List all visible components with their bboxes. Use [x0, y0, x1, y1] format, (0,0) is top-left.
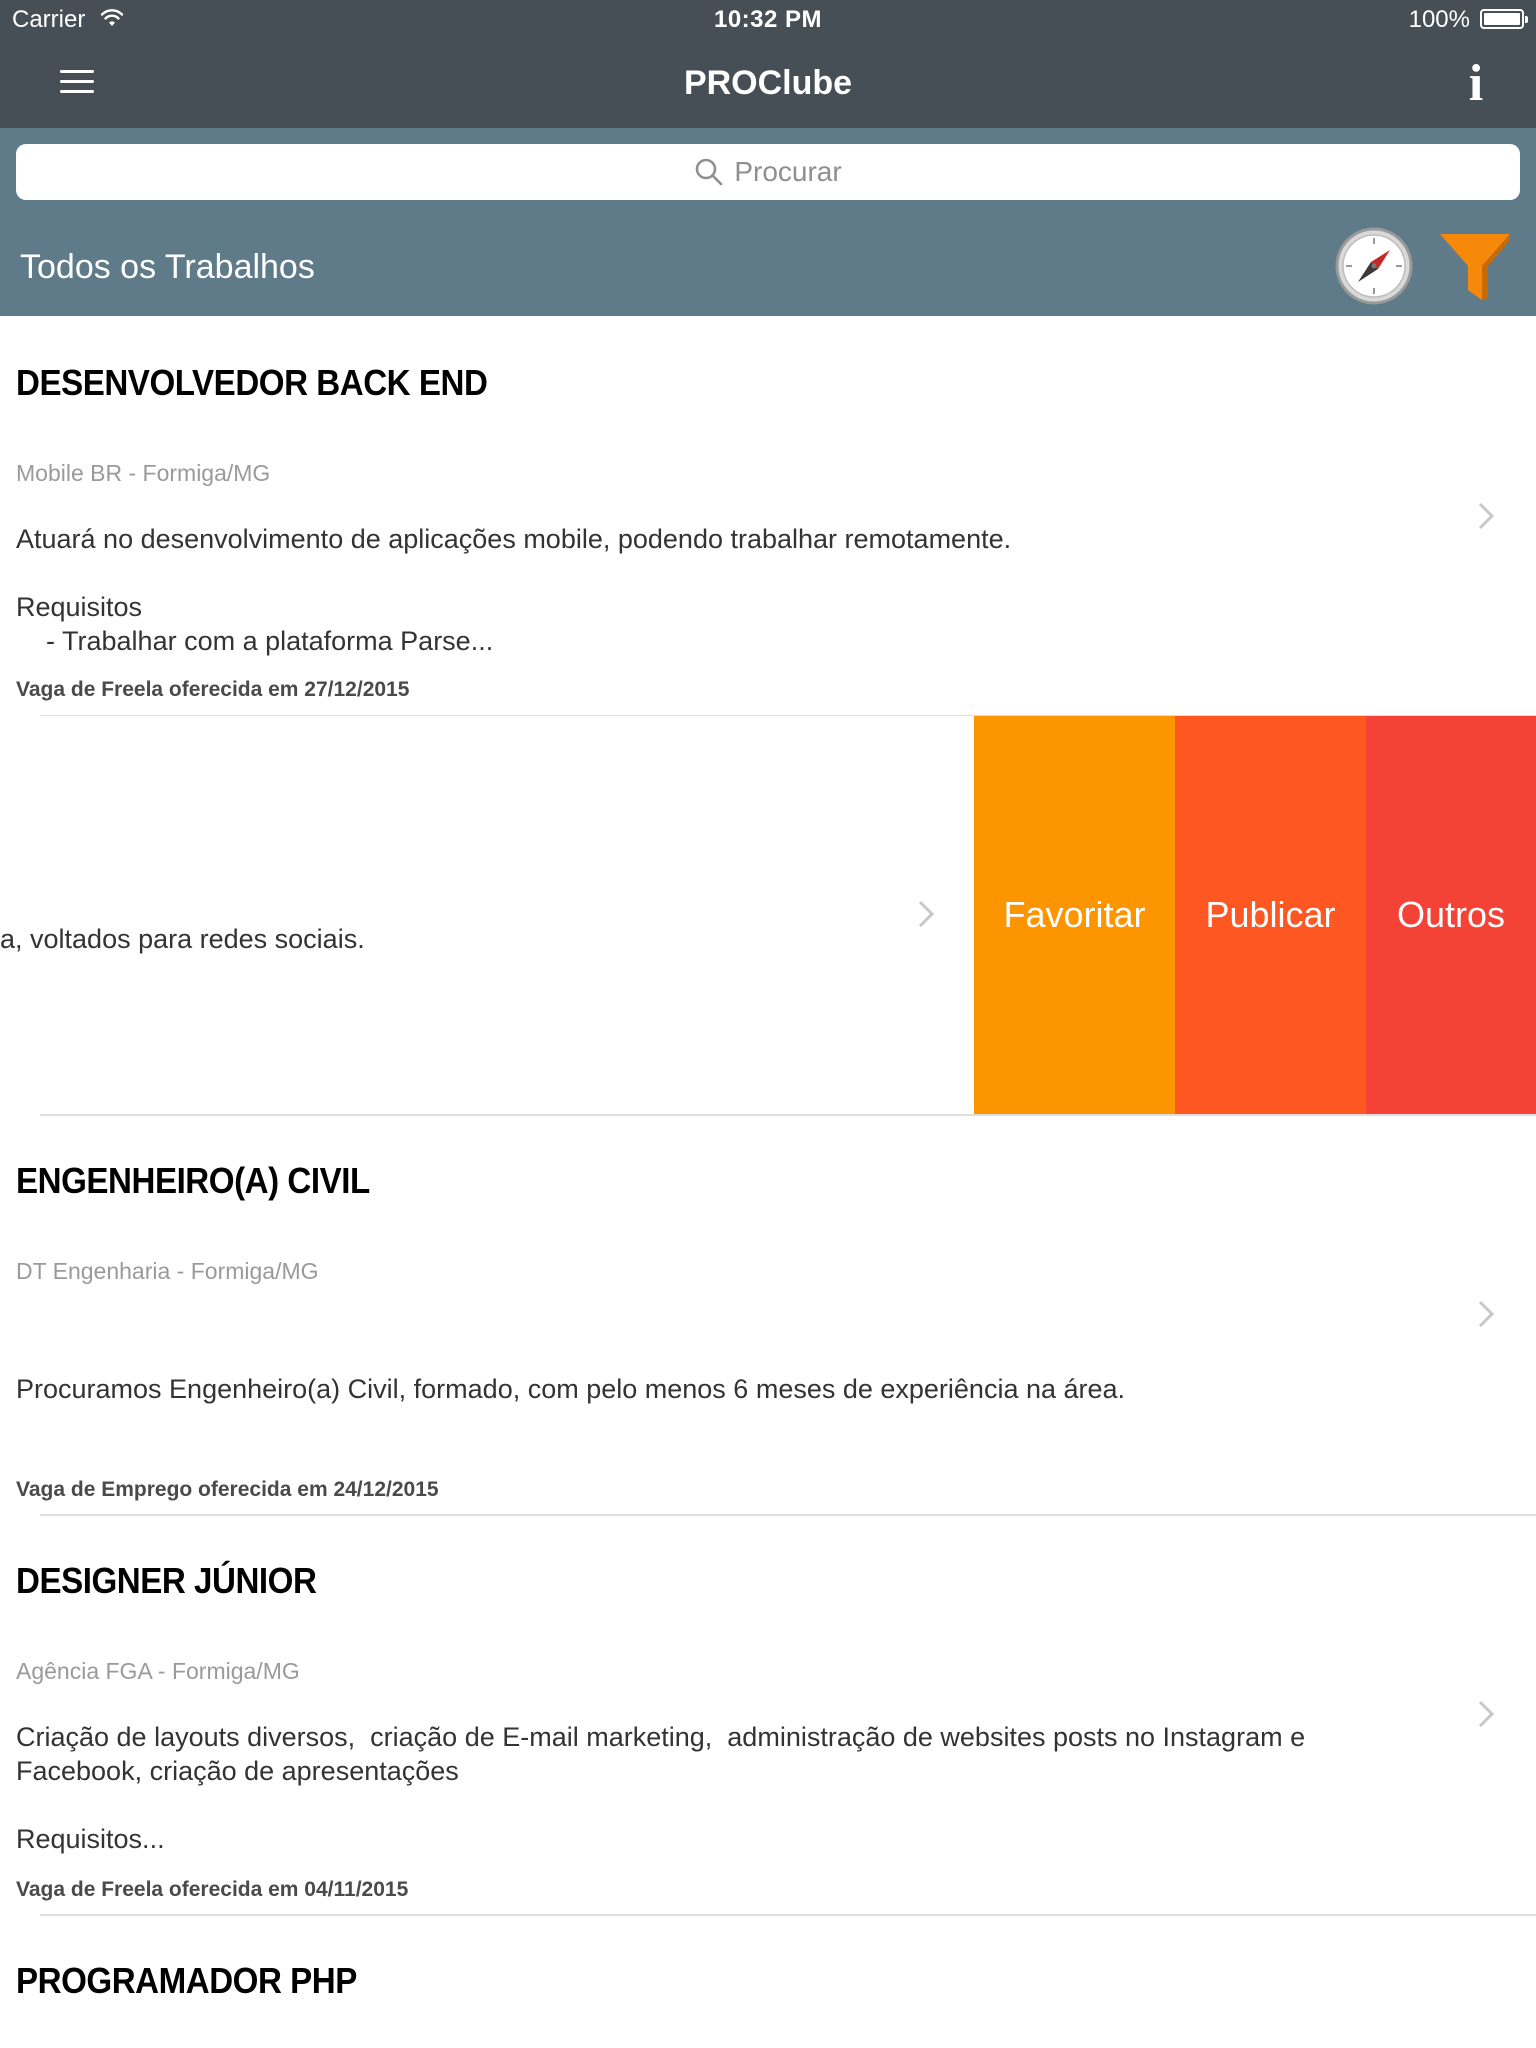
info-icon[interactable]: i: [1456, 56, 1496, 112]
list-item[interactable]: DESENVOLVEDOR BACK END Mobile BR - Formi…: [0, 316, 1536, 716]
battery-icon: [1480, 9, 1528, 29]
publicar-button[interactable]: Publicar: [1175, 716, 1366, 1114]
job-offer-date: Vaga de Emprego oferecida em 24/12/2015: [16, 1478, 439, 1501]
list-item[interactable]: ENGENHEIRO(A) CIVIL DT Engenharia - Form…: [0, 1116, 1536, 1514]
chevron-right-icon: [1478, 1700, 1494, 1728]
section-header: Todos os Trabalhos: [0, 216, 1536, 316]
search-placeholder: Procurar: [734, 156, 842, 187]
section-title: Todos os Trabalhos: [20, 248, 315, 286]
job-description: Atuará no desenvolvimento de aplicações …: [16, 524, 1012, 656]
list-item[interactable]: PROGRAMADOR PHP: [0, 1916, 1536, 2048]
filter-icon[interactable]: [1438, 228, 1512, 304]
job-description: Procuramos Engenheiro(a) Civil, formado,…: [16, 1374, 1126, 1404]
list-item[interactable]: DESIGNER JÚNIOR Agência FGA - Formiga/MG…: [0, 1516, 1536, 1914]
top-bar: Carrier 10:32 PM 100% PROClube i: [0, 0, 1536, 128]
clock: 10:32 PM: [713, 6, 823, 33]
chevron-right-icon: [1478, 502, 1494, 530]
chevron-right-icon: [918, 900, 934, 928]
swipe-actions: Favoritar Publicar Outros: [974, 716, 1536, 1114]
job-title: DESIGNER JÚNIOR: [16, 1560, 317, 1601]
status-bar: Carrier 10:32 PM 100%: [0, 0, 1536, 40]
job-title: DESENVOLVEDOR BACK END: [16, 362, 488, 403]
outros-button[interactable]: Outros: [1366, 716, 1536, 1114]
search-icon: [696, 158, 723, 186]
compass-icon[interactable]: [1334, 226, 1414, 306]
navigation-bar: PROClube i: [0, 40, 1536, 128]
company-location: Mobile BR - Formiga/MG: [16, 460, 271, 486]
favoritar-button[interactable]: Favoritar: [974, 716, 1175, 1114]
job-title: PROGRAMADOR PHP: [16, 1960, 357, 2001]
job-offer-date: Vaga de Freela oferecida em 04/11/2015: [16, 1878, 409, 1901]
search-bar: Procurar: [0, 128, 1536, 216]
search-input[interactable]: Procurar: [16, 144, 1520, 200]
job-description: Criação de layouts diversos, criação de …: [16, 1722, 1306, 1854]
job-offer-date: Vaga de Freela oferecida em 27/12/2015: [16, 678, 410, 701]
app-title: PROClube: [683, 64, 853, 102]
job-title: ENGENHEIRO(A) CIVIL: [16, 1160, 370, 1201]
company-location: Agência FGA - Formiga/MG: [16, 1658, 300, 1684]
company-location: DT Engenharia - Formiga/MG: [16, 1258, 319, 1284]
chevron-right-icon: [1478, 1300, 1494, 1328]
battery-percent: 100%: [1408, 6, 1470, 33]
